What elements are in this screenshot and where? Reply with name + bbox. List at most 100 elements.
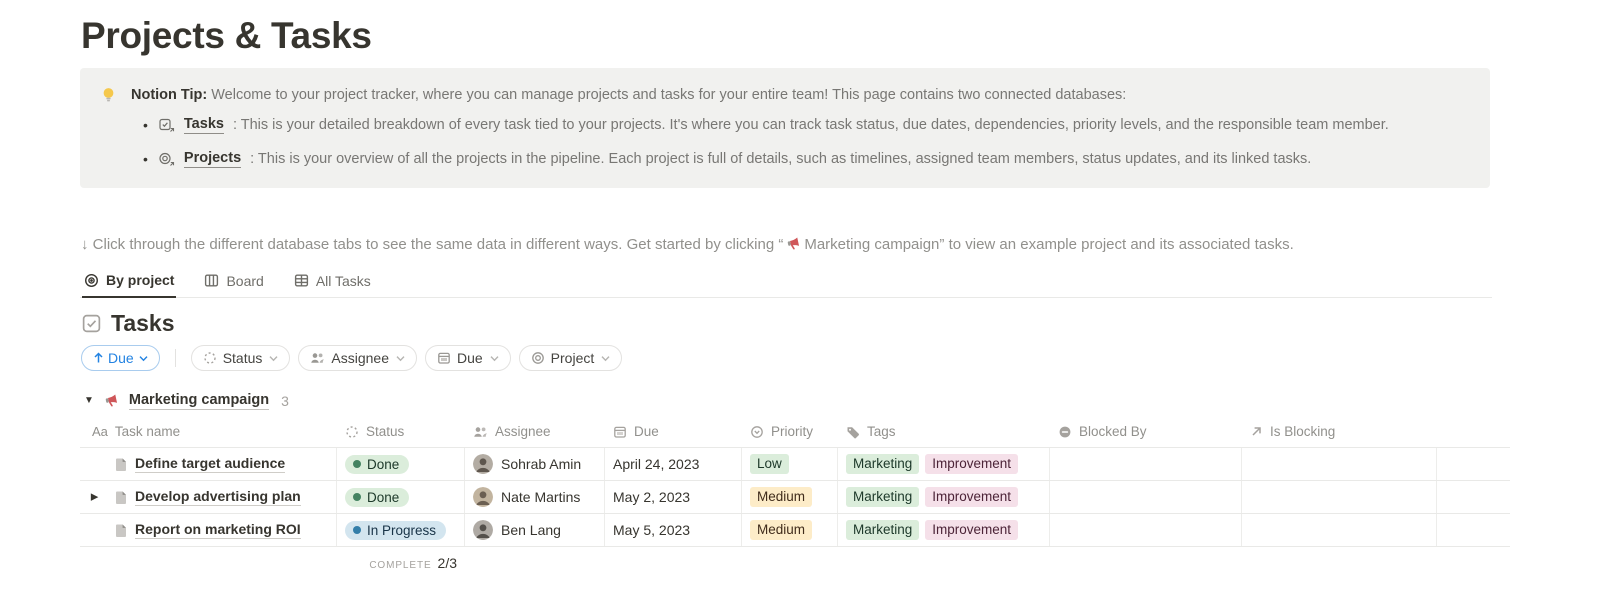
tasks-section-header: Tasks — [81, 310, 1600, 337]
header-task-name[interactable]: AaTask name — [80, 416, 337, 447]
blocked-by-cell[interactable] — [1050, 481, 1242, 513]
due-date: May 2, 2023 — [613, 489, 690, 505]
projects-db-description: : This is your overview of all the proje… — [250, 148, 1311, 170]
header-is-blocking[interactable]: Is Blocking — [1242, 416, 1437, 447]
table-body: Define target audience Done Sohrab Amin … — [80, 447, 1510, 547]
tab-label: All Tasks — [316, 273, 371, 289]
avatar — [473, 520, 493, 540]
chevron-down-icon — [490, 355, 499, 362]
table-row: Define target audience Done Sohrab Amin … — [80, 448, 1510, 481]
blocked-by-cell[interactable] — [1050, 448, 1242, 480]
status-cell[interactable]: In Progress — [337, 514, 465, 546]
assignee-cell[interactable]: Sohrab Amin — [465, 448, 605, 480]
header-status[interactable]: Status — [337, 416, 465, 447]
header-assignee[interactable]: Assignee — [465, 416, 605, 447]
header-priority[interactable]: Priority — [742, 416, 838, 447]
due-cell[interactable]: May 5, 2023 — [605, 514, 742, 546]
tab-all-tasks[interactable]: All Tasks — [292, 268, 373, 297]
text-type-icon: Aa — [92, 424, 108, 439]
filter-label: Due — [457, 350, 483, 366]
task-name-link[interactable]: Report on marketing ROI — [135, 521, 301, 539]
status-label: In Progress — [367, 523, 436, 538]
tab-by-project[interactable]: By project — [82, 268, 176, 298]
task-name-link[interactable]: Define target audience — [135, 455, 285, 473]
tab-board[interactable]: Board — [202, 268, 265, 297]
status-cell[interactable]: Done — [337, 448, 465, 480]
board-icon — [204, 273, 219, 288]
extra-cell — [1437, 448, 1510, 480]
header-blocked-by[interactable]: Blocked By — [1050, 416, 1242, 447]
tag-icon — [846, 425, 860, 439]
tag: Marketing — [846, 487, 919, 507]
assignee-name: Ben Lang — [501, 522, 561, 538]
people-icon — [310, 351, 325, 365]
projects-db-link[interactable]: Projects — [184, 150, 241, 168]
filter-status[interactable]: Status — [191, 345, 291, 371]
tags-cell[interactable]: Marketing Improvement — [838, 481, 1050, 513]
group-project-link[interactable]: Marketing campaign — [129, 391, 269, 410]
due-date: April 24, 2023 — [613, 456, 699, 472]
megaphone-icon — [786, 236, 801, 251]
table-header-row: AaTask name Status Assignee Due Priority… — [80, 416, 1510, 447]
tag: Marketing — [846, 520, 919, 540]
due-cell[interactable]: May 2, 2023 — [605, 481, 742, 513]
header-tags[interactable]: Tags — [838, 416, 1050, 447]
notion-page: Projects & Tasks Notion Tip:Welcome to y… — [0, 0, 1600, 597]
status-dot-icon — [353, 493, 361, 501]
sort-button[interactable]: Due — [81, 345, 160, 371]
filter-assignee[interactable]: Assignee — [298, 345, 417, 371]
people-icon — [473, 425, 488, 439]
group-header-marketing-campaign: ▼ Marketing campaign 3 — [84, 391, 1600, 410]
tasks-database-icon — [159, 118, 175, 133]
filter-label: Assignee — [331, 350, 389, 366]
status-cell[interactable]: Done — [337, 481, 465, 513]
filter-due[interactable]: Due — [425, 345, 511, 371]
assignee-cell[interactable]: Ben Lang — [465, 514, 605, 546]
status-dot-icon — [353, 460, 361, 468]
notion-tip-callout: Notion Tip:Welcome to your project track… — [80, 68, 1490, 188]
is-blocking-cell[interactable] — [1242, 481, 1437, 513]
table-row: ▶ Develop advertising plan Done Nate Mar… — [80, 481, 1510, 514]
expand-toggle-icon[interactable]: ▶ — [91, 492, 98, 503]
tasks-db-link[interactable]: Tasks — [184, 116, 224, 134]
status-spinner-icon — [203, 351, 217, 365]
tab-label: Board — [226, 273, 263, 289]
priority-icon — [750, 425, 764, 439]
chevron-down-icon — [269, 355, 278, 362]
page-title: Projects & Tasks — [81, 14, 1600, 58]
tag: Improvement — [925, 487, 1018, 507]
is-blocking-cell[interactable] — [1242, 448, 1437, 480]
avatar — [473, 454, 493, 474]
assignee-cell[interactable]: Nate Martins — [465, 481, 605, 513]
tags-cell[interactable]: Marketing Improvement — [838, 514, 1050, 546]
tag: Improvement — [925, 454, 1018, 474]
complete-calculation[interactable]: COMPLETE2/3 — [337, 547, 465, 573]
due-date: May 5, 2023 — [613, 522, 690, 538]
due-cell[interactable]: April 24, 2023 — [605, 448, 742, 480]
projects-database-icon — [159, 152, 175, 167]
tab-label: By project — [106, 272, 174, 288]
tip-label: Notion Tip: — [131, 87, 207, 103]
tags-cell[interactable]: Marketing Improvement — [838, 448, 1050, 480]
header-due[interactable]: Due — [605, 416, 742, 447]
status-label: Done — [367, 490, 399, 505]
instruction-project-name: Marketing campaign — [804, 236, 939, 253]
chevron-down-icon — [601, 355, 610, 362]
priority-cell[interactable]: Medium — [742, 514, 838, 546]
task-name-link[interactable]: Develop advertising plan — [135, 488, 301, 506]
calendar-icon — [437, 351, 451, 365]
task-name-cell[interactable]: ▶ Develop advertising plan — [80, 481, 337, 513]
group-count: 3 — [281, 393, 289, 409]
priority-cell[interactable]: Low — [742, 448, 838, 480]
task-name-cell[interactable]: Report on marketing ROI — [80, 514, 337, 546]
priority-tag: Low — [750, 454, 789, 474]
instruction-prefix: ↓ Click through the different database t… — [81, 236, 783, 253]
blocked-by-cell[interactable] — [1050, 514, 1242, 546]
collapse-triangle-icon[interactable]: ▼ — [84, 395, 94, 406]
filter-project[interactable]: Project — [519, 345, 623, 371]
priority-cell[interactable]: Medium — [742, 481, 838, 513]
checkbox-icon — [81, 313, 102, 334]
task-name-cell[interactable]: Define target audience — [80, 448, 337, 480]
view-tabs: By project Board All Tasks — [80, 268, 1492, 298]
is-blocking-cell[interactable] — [1242, 514, 1437, 546]
